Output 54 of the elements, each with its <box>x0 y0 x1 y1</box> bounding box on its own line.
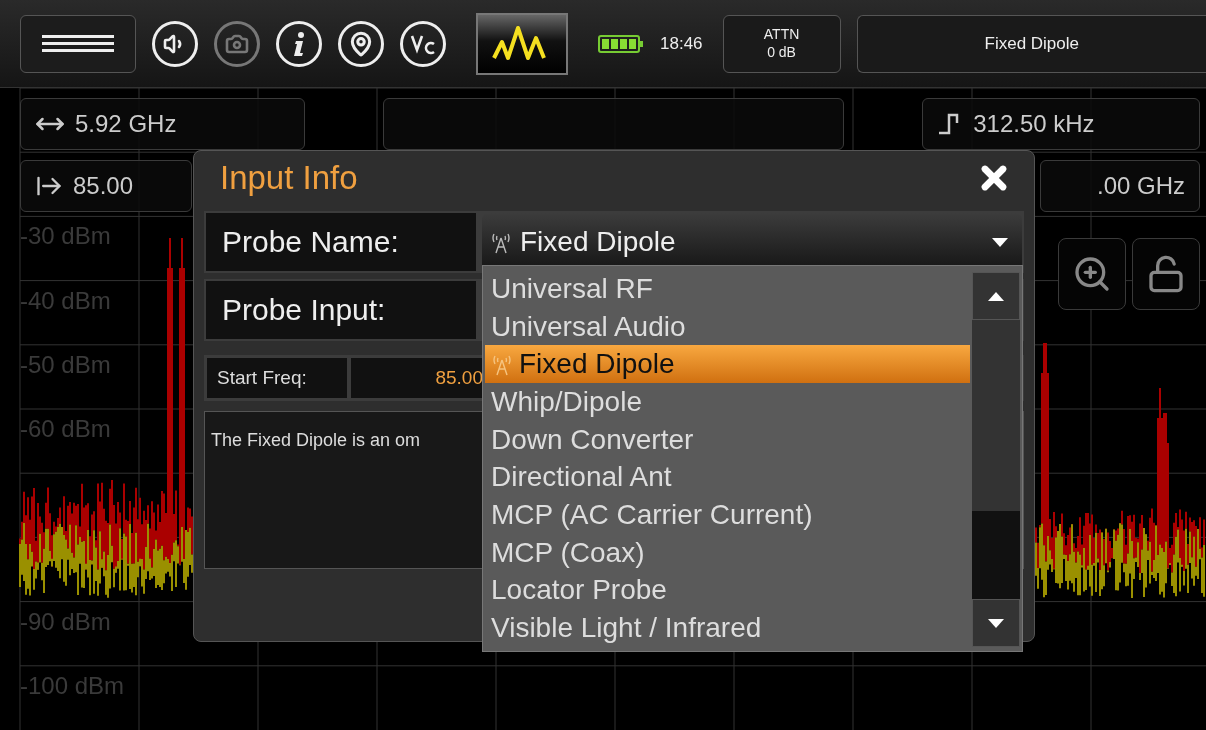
dropdown-item[interactable]: Locator Probe <box>485 571 970 610</box>
scroll-up-button[interactable] <box>972 272 1020 320</box>
dropdown-item[interactable]: Visible Light / Infrared <box>485 609 970 648</box>
scale-label: -90 dBm <box>20 607 111 636</box>
zoom-in-icon <box>1072 254 1112 294</box>
location-button[interactable] <box>338 20 384 67</box>
readout-value: 312.50 kHz <box>973 110 1095 138</box>
sound-button[interactable] <box>152 20 198 67</box>
dialog-title: Input Info <box>220 159 358 197</box>
dropdown-item[interactable]: Whip/Dipole <box>485 383 970 421</box>
scale-label: -50 dBm <box>20 350 111 379</box>
readout-panel[interactable]: 5.92 GHz <box>20 98 306 150</box>
probe-name-panel[interactable]: Fixed Dipole <box>856 14 1206 73</box>
dropdown-item[interactable]: Directional Ant <box>485 458 970 497</box>
dropdown-item[interactable]: Fixed Dipole <box>485 345 970 384</box>
dropdown-item[interactable]: Universal RF <box>485 270 970 308</box>
dropdown-item[interactable]: MCP (Coax) <box>485 533 970 572</box>
remote-button[interactable] <box>400 20 446 67</box>
dropdown-item[interactable]: Universal Audio <box>485 307 970 346</box>
attenuation-panel[interactable]: ATTN 0 dB <box>722 14 841 73</box>
spectrum-mode-button[interactable] <box>476 12 568 75</box>
battery-icon <box>598 34 644 53</box>
description-text: The Fixed Dipole is an om <box>211 430 421 450</box>
up-arrow-icon <box>988 291 1004 301</box>
clock-time: 18:46 <box>660 33 703 54</box>
menu-button[interactable] <box>20 14 136 73</box>
readout-panel[interactable]: 312.50 kHz <box>922 98 1200 150</box>
unlock-icon <box>1146 254 1186 294</box>
scale-label: -40 dBm <box>20 286 111 315</box>
down-arrow-icon <box>988 618 1004 628</box>
scale-label: -100 dBm <box>20 671 125 700</box>
readout-value: 85.00 <box>73 172 134 200</box>
attn-value: 0 dB <box>767 43 796 61</box>
info-button[interactable] <box>276 20 322 67</box>
info-icon <box>292 30 306 57</box>
dropdown-item[interactable]: Down Converter <box>485 420 970 459</box>
scale-label: -30 dBm <box>20 222 111 251</box>
caret-icon <box>992 237 1008 247</box>
field-label: Probe Name: <box>206 213 476 271</box>
readout-panel[interactable]: .00 GHz <box>1040 160 1200 212</box>
scale-label: -60 dBm <box>20 415 111 443</box>
attn-label: ATTN <box>763 26 800 44</box>
readout-value: 5.92 GHz <box>75 110 177 138</box>
readout-value: .00 GHz <box>1096 172 1185 200</box>
zoom-button[interactable] <box>1058 238 1126 310</box>
select-value: Fixed Dipole <box>520 226 676 258</box>
dropdown-item[interactable]: MCP (AC Carrier Current) <box>485 496 970 534</box>
field-label: Probe Input: <box>206 281 476 339</box>
lock-button[interactable] <box>1132 238 1200 310</box>
readout-panel[interactable]: 85.00 <box>20 160 192 212</box>
field-label: Start Freq: <box>207 358 347 398</box>
scroll-down-button[interactable] <box>972 599 1020 647</box>
scroll-thumb[interactable] <box>972 511 1020 599</box>
map-pin-icon <box>348 30 374 57</box>
